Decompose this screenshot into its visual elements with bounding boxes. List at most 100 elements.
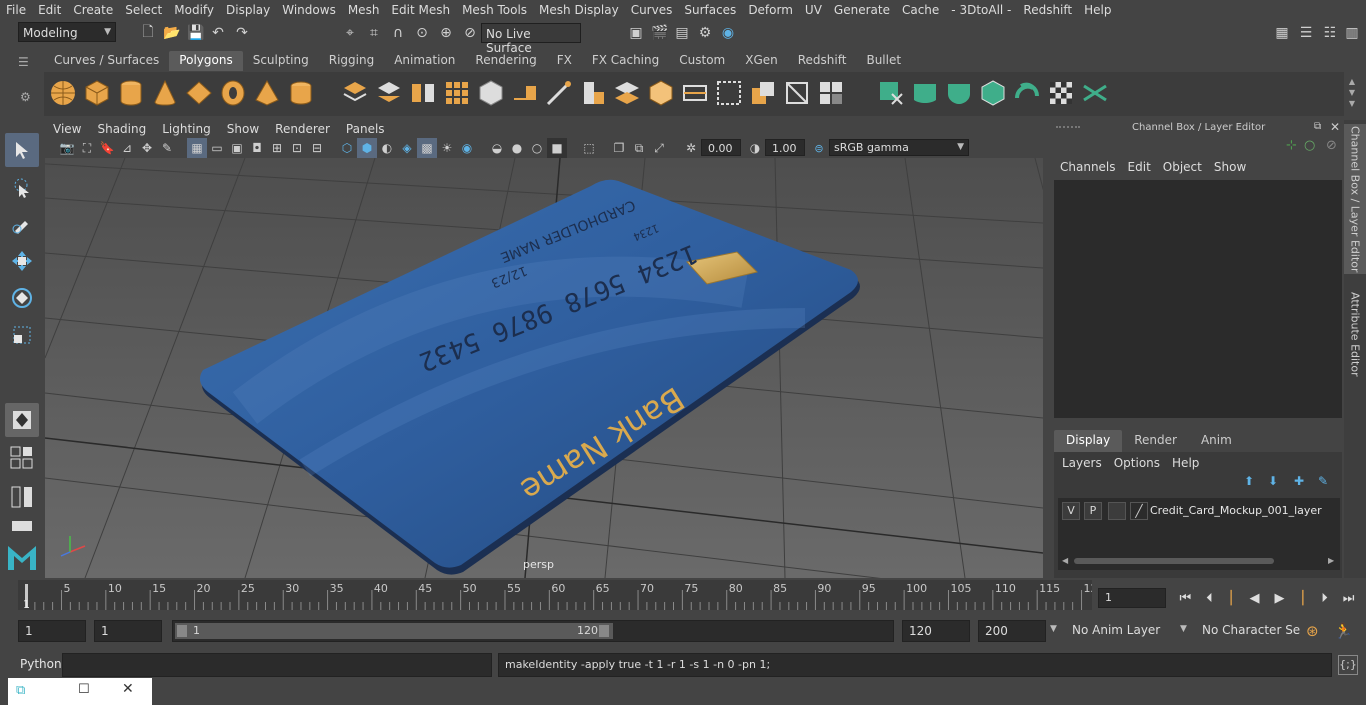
shelf-scroll[interactable]: ▲ ▼ ▼ xyxy=(1346,76,1358,110)
shelf-tab-bullet[interactable]: Bullet xyxy=(856,51,911,71)
rotate-tool[interactable] xyxy=(5,281,39,315)
menu-help[interactable]: Help xyxy=(1078,3,1117,17)
layer-visibility-toggle[interactable]: V xyxy=(1062,502,1080,520)
layout-outliner-button[interactable] xyxy=(5,516,39,536)
menu-cache[interactable]: Cache xyxy=(896,3,945,17)
uv-automatic-icon[interactable] xyxy=(978,78,1008,108)
snap-surface-icon[interactable]: ⊘ xyxy=(460,23,480,43)
float-panel-icon[interactable]: ⧉ xyxy=(1314,121,1321,132)
auto-key-icon[interactable]: ⊛ xyxy=(1306,622,1319,640)
menu-redshift[interactable]: Redshift xyxy=(1017,3,1078,17)
separate-icon[interactable] xyxy=(374,78,404,108)
maximize-icon[interactable]: ☐ xyxy=(78,682,90,697)
time-slider[interactable]: 1 5 10 15 20 25 30 35 40 45 50 55 60 65 70 75 80 85 90 95 1… xyxy=(18,580,1098,611)
layer-tab-display[interactable]: Display xyxy=(1054,430,1123,452)
redo-icon[interactable]: ↷ xyxy=(232,23,252,43)
shadows-icon[interactable]: ☀ xyxy=(437,138,457,158)
grid-icon[interactable]: ▦ xyxy=(187,138,207,158)
tab-attribute-editor[interactable]: Attribute Editor xyxy=(1344,284,1366,384)
layer-menu-help[interactable]: Help xyxy=(1168,456,1207,470)
motion-blur-icon[interactable]: ◒ xyxy=(487,138,507,158)
range-slider[interactable]: 1 120 xyxy=(172,620,894,642)
use-all-lights-icon[interactable]: ▩ xyxy=(417,138,437,158)
character-set-dropdown[interactable]: No Character Set xyxy=(1196,620,1300,642)
layer-menu-layers[interactable]: Layers xyxy=(1058,456,1110,470)
shelf-tab-rigging[interactable]: Rigging xyxy=(319,51,384,71)
bridge-icon[interactable] xyxy=(612,78,642,108)
scale-tool[interactable] xyxy=(5,318,39,352)
move-layer-down-icon[interactable]: ⬇ xyxy=(1268,474,1278,488)
viewport-menu-renderer[interactable]: Renderer xyxy=(267,122,338,136)
step-back-key-icon[interactable]: ⎮ xyxy=(1228,591,1235,606)
select-tool[interactable] xyxy=(5,133,39,167)
anti-alias-icon[interactable]: ● xyxy=(507,138,527,158)
workspace-icon[interactable]: ▦ xyxy=(1272,23,1292,43)
menu-edit[interactable]: Edit xyxy=(32,3,67,17)
poly-cone-icon[interactable] xyxy=(150,78,180,108)
insert-edge-loop-icon[interactable] xyxy=(680,78,710,108)
resolution-gate-icon[interactable]: ▣ xyxy=(227,138,247,158)
maya-taskbar-icon[interactable]: ⧉ xyxy=(16,683,25,698)
xray-icon[interactable]: ⬚ xyxy=(579,138,599,158)
new-layer-icon[interactable]: ✚ xyxy=(1294,474,1304,488)
layer-row[interactable]: V P ╱ Credit_Card_Mockup_001_layer xyxy=(1062,502,1340,522)
shelf-tab-fx[interactable]: FX xyxy=(547,51,582,71)
menu-create[interactable]: Create xyxy=(67,3,119,17)
safe-title-icon[interactable]: ⊟ xyxy=(307,138,327,158)
undo-icon[interactable]: ↶ xyxy=(208,23,228,43)
range-slider-handle[interactable]: 1 120 xyxy=(175,623,613,639)
range-end-grip[interactable] xyxy=(599,625,609,637)
scene-end-field[interactable]: 200 xyxy=(978,620,1046,642)
tool-settings-icon[interactable]: ☷ xyxy=(1320,23,1340,43)
play-backward-icon[interactable]: ◀ xyxy=(1249,591,1259,606)
axis-orient-icon[interactable]: ⊹ xyxy=(1286,138,1297,153)
channel-list[interactable] xyxy=(1054,180,1342,418)
bevel-icon[interactable] xyxy=(646,78,676,108)
uv-cylindrical-icon[interactable] xyxy=(910,78,940,108)
scene-start-field[interactable]: 1 xyxy=(18,620,86,642)
viewport-menu-view[interactable]: View xyxy=(45,122,89,136)
shelf-tab-rendering[interactable]: Rendering xyxy=(465,51,546,71)
menu-mesh-display[interactable]: Mesh Display xyxy=(533,3,625,17)
playback-end-field[interactable]: 120 xyxy=(902,620,970,642)
snap-grid-icon[interactable]: ⌗ xyxy=(364,23,384,43)
viewport-menu-panels[interactable]: Panels xyxy=(338,122,393,136)
channel-menu-show[interactable]: Show xyxy=(1208,160,1252,174)
quad-view-button[interactable] xyxy=(5,403,39,437)
layer-color-swatch[interactable]: ╱ xyxy=(1130,502,1148,520)
remesh-icon[interactable] xyxy=(510,78,540,108)
two-d-pan-icon[interactable]: ✥ xyxy=(137,138,157,158)
perspective-viewport[interactable]: Bank Name 1234 5678 9876 5432 1234 12/23… xyxy=(45,158,1043,578)
mirror-icon[interactable] xyxy=(408,78,438,108)
attribute-toggle-icon[interactable]: ☰ xyxy=(1296,23,1316,43)
backface-icon[interactable]: ⤢ xyxy=(649,138,669,158)
grease-pencil-icon[interactable]: ✎ xyxy=(157,138,177,158)
step-forward-key-icon[interactable]: ⎮ xyxy=(1299,591,1306,606)
shelf-tab-fx-caching[interactable]: FX Caching xyxy=(582,51,669,71)
anim-layer-dropdown[interactable]: No Anim Layer xyxy=(1066,620,1174,642)
shelf-tab-polygons[interactable]: Polygons xyxy=(169,51,243,71)
ipr-render-icon[interactable]: ▤ xyxy=(672,23,692,43)
field-chart-icon[interactable]: ⊞ xyxy=(267,138,287,158)
move-tool[interactable] xyxy=(5,244,39,278)
new-layer-selected-icon[interactable]: ✎ xyxy=(1318,474,1328,488)
channel-menu-edit[interactable]: Edit xyxy=(1122,160,1157,174)
uv-unfold-icon[interactable] xyxy=(1012,78,1042,108)
new-scene-icon[interactable]: 🗋 xyxy=(138,23,158,43)
shelf-tab-xgen[interactable]: XGen xyxy=(735,51,788,71)
script-language-label[interactable]: Python xyxy=(20,657,62,671)
offset-edge-loop-icon[interactable] xyxy=(714,78,744,108)
render-settings-icon[interactable]: ⚙ xyxy=(695,23,715,43)
menu-surfaces[interactable]: Surfaces xyxy=(678,3,742,17)
viewport-menu-lighting[interactable]: Lighting xyxy=(154,122,219,136)
shelf-tab-redshift[interactable]: Redshift xyxy=(788,51,857,71)
render-frame-icon[interactable]: ▣ xyxy=(626,23,646,43)
exposure-field[interactable]: 0.00 xyxy=(701,139,741,156)
shelf-tab-curves-surfaces[interactable]: Curves / Surfaces xyxy=(44,51,169,71)
layer-type-toggle[interactable] xyxy=(1108,502,1126,520)
layer-playback-toggle[interactable]: P xyxy=(1084,502,1102,520)
merge-icon[interactable] xyxy=(816,78,846,108)
menu-windows[interactable]: Windows xyxy=(276,3,342,17)
shelf-menu-icon[interactable]: ☰ xyxy=(18,55,34,69)
menu-uv[interactable]: UV xyxy=(799,3,828,17)
